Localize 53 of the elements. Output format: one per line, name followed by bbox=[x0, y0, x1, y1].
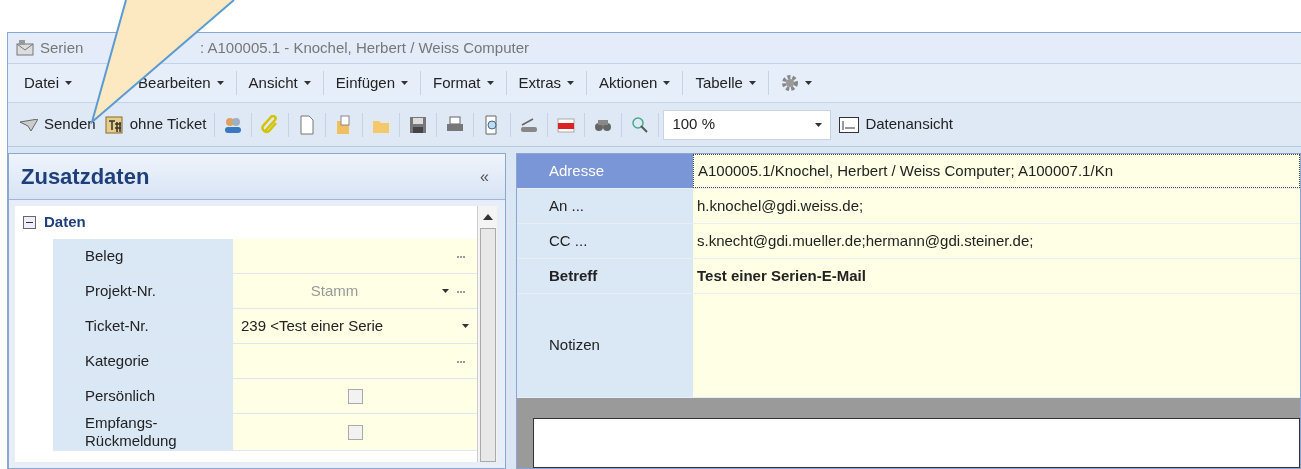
field-label[interactable]: An ... bbox=[517, 189, 693, 223]
field-value[interactable]: Test einer Serien-E-Mail bbox=[693, 259, 1300, 293]
scroll-up-icon bbox=[482, 214, 493, 220]
field-label: Persönlich bbox=[85, 387, 156, 405]
field-value[interactable]: A100005.1/Knochel, Herbert / Weiss Computer; A100007.1/Kn bbox=[693, 154, 1300, 188]
window-title: : A100005.1 - Knochel, Herbert / Weiss Computer bbox=[200, 37, 530, 58]
data-view-button[interactable]: Datenansicht bbox=[831, 108, 961, 141]
group-toggle[interactable] bbox=[23, 216, 36, 229]
send-button[interactable]: Senden bbox=[16, 108, 100, 141]
menu-item[interactable]: Aktionen bbox=[591, 67, 679, 99]
menu-item[interactable]: Tabelle bbox=[687, 67, 764, 99]
field-label: Beleg bbox=[85, 247, 124, 265]
collapse-button[interactable]: « bbox=[476, 164, 493, 189]
menu-item[interactable]: Einfügen bbox=[327, 67, 416, 99]
menu-item[interactable]: Ansicht bbox=[240, 67, 319, 99]
group-label: Daten bbox=[44, 212, 86, 233]
field-label: Projekt-Nr. bbox=[85, 282, 156, 300]
caret-icon bbox=[567, 81, 575, 85]
field-label[interactable]: CC ... bbox=[517, 224, 693, 258]
checkbox[interactable] bbox=[347, 424, 363, 440]
caret-icon bbox=[663, 81, 671, 85]
settings-icon bbox=[780, 74, 799, 92]
caret-icon bbox=[815, 122, 823, 127]
mail-icon bbox=[16, 40, 34, 56]
field-value[interactable]: s.knecht@gdi.mueller.de;hermann@gdi.steiner.de; bbox=[693, 224, 1300, 258]
field-value[interactable] bbox=[693, 294, 1300, 397]
caret-icon bbox=[486, 81, 494, 85]
panel-title: Zusatzdaten bbox=[21, 163, 150, 191]
window-title: Serien bbox=[40, 37, 84, 58]
editor-area[interactable] bbox=[533, 418, 1300, 468]
text-field-icon bbox=[839, 116, 860, 133]
menu-item[interactable]: Extras bbox=[510, 67, 583, 99]
menu-item[interactable]: Datei bbox=[16, 67, 81, 99]
field-label: Kategorie bbox=[85, 352, 150, 370]
scrollbar[interactable] bbox=[477, 206, 497, 462]
field-label: Empfangs- Rückmeldung bbox=[85, 414, 177, 450]
caret-icon bbox=[216, 81, 224, 85]
ticket-icon bbox=[103, 114, 124, 135]
menu-item[interactable]: Format bbox=[425, 67, 502, 99]
caret-icon bbox=[65, 81, 73, 85]
paper-plane-icon bbox=[20, 118, 38, 131]
caret-icon bbox=[303, 81, 311, 85]
caret-icon bbox=[804, 81, 812, 85]
caret-icon bbox=[748, 81, 756, 85]
field-label[interactable]: Notizen bbox=[517, 294, 693, 397]
caret-icon bbox=[401, 81, 408, 85]
field-label: Ticket-Nr. bbox=[85, 317, 149, 335]
field-label[interactable]: Betreff bbox=[517, 259, 693, 293]
save-icon bbox=[408, 114, 429, 135]
value-field[interactable]: 239 <Test einer Serie bbox=[233, 309, 477, 343]
checkbox[interactable] bbox=[347, 388, 363, 404]
field-value[interactable]: h.knochel@gdi.weiss.de; bbox=[693, 189, 1300, 223]
zoom-combo[interactable]: 100 % bbox=[663, 109, 832, 140]
